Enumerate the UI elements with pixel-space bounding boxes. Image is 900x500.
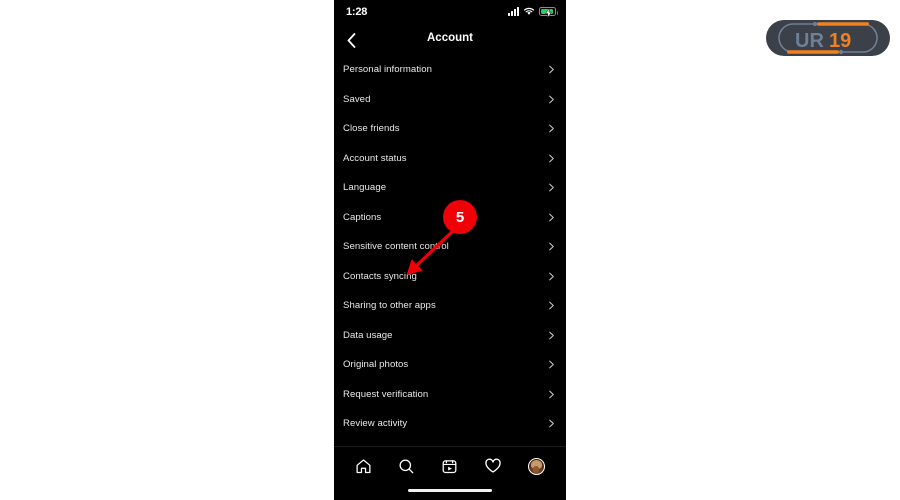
chevron-right-icon xyxy=(549,331,554,340)
search-icon xyxy=(399,458,414,473)
status-bar: 1:28 xyxy=(334,0,566,26)
cellular-signal-icon xyxy=(508,7,519,16)
heart-icon xyxy=(485,458,501,473)
menu-item-label: Captions xyxy=(343,211,382,223)
bottom-navigation-bar xyxy=(334,447,566,485)
menu-item-sensitive-content-control[interactable]: Sensitive content control xyxy=(334,232,566,262)
phone-screen: 1:28 Account Personal information Saved … xyxy=(334,0,566,500)
status-bar-icons xyxy=(508,7,558,18)
menu-item-data-usage[interactable]: Data usage xyxy=(334,321,566,351)
menu-item-review-activity[interactable]: Review activity xyxy=(334,409,566,439)
home-icon xyxy=(356,458,371,473)
svg-text:19: 19 xyxy=(829,30,851,52)
menu-item-original-photos[interactable]: Original photos xyxy=(334,350,566,380)
profile-avatar xyxy=(527,457,545,475)
chevron-right-icon xyxy=(549,65,554,74)
menu-item-label: Account status xyxy=(343,152,407,164)
menu-item-label: Review activity xyxy=(343,418,408,430)
menu-item-label: Sensitive content control xyxy=(343,241,449,253)
step-number-badge: 5 xyxy=(443,200,477,234)
status-bar-time: 1:28 xyxy=(346,6,368,18)
home-indicator xyxy=(408,489,492,492)
chevron-right-icon xyxy=(549,213,554,222)
nav-item-profile[interactable] xyxy=(523,453,549,479)
menu-item-close-friends[interactable]: Close friends xyxy=(334,114,566,144)
menu-item-label: Sharing to other apps xyxy=(343,300,436,312)
svg-text:UR: UR xyxy=(795,30,824,52)
chevron-right-icon xyxy=(549,124,554,133)
chevron-right-icon xyxy=(549,390,554,399)
menu-item-language[interactable]: Language xyxy=(334,173,566,203)
menu-item-account-status[interactable]: Account status xyxy=(334,144,566,174)
menu-item-label: Data usage xyxy=(343,329,393,341)
chevron-right-icon xyxy=(549,242,554,251)
menu-item-personal-information[interactable]: Personal information xyxy=(334,55,566,85)
menu-item-label: Request verification xyxy=(343,388,429,400)
reels-icon xyxy=(443,459,457,473)
header-bar: Account xyxy=(334,26,566,54)
nav-item-activity[interactable] xyxy=(480,453,506,479)
chevron-right-icon xyxy=(549,183,554,192)
menu-item-saved[interactable]: Saved xyxy=(334,85,566,115)
chevron-right-icon xyxy=(549,154,554,163)
menu-item-label: Personal information xyxy=(343,64,432,76)
menu-item-label: Original photos xyxy=(343,359,409,371)
nav-item-search[interactable] xyxy=(394,453,420,479)
menu-item-sharing-to-other-apps[interactable]: Sharing to other apps xyxy=(334,291,566,321)
chevron-right-icon xyxy=(549,272,554,281)
chevron-right-icon xyxy=(549,95,554,104)
page-title: Account xyxy=(427,32,473,44)
chevron-right-icon xyxy=(549,360,554,369)
menu-item-label: Saved xyxy=(343,93,371,105)
menu-item-label: Contacts syncing xyxy=(343,270,417,282)
menu-item-label: Close friends xyxy=(343,123,400,135)
chevron-right-icon xyxy=(549,301,554,310)
chevron-right-icon xyxy=(549,419,554,428)
nav-item-reels[interactable] xyxy=(437,453,463,479)
wifi-icon xyxy=(523,7,535,15)
nav-item-home[interactable] xyxy=(351,453,377,479)
battery-charging-icon xyxy=(539,7,558,18)
menu-item-label: Language xyxy=(343,182,387,194)
menu-item-contacts-syncing[interactable]: Contacts syncing xyxy=(334,262,566,292)
menu-item-request-verification[interactable]: Request verification xyxy=(334,380,566,410)
brand-logo: UR 19 xyxy=(766,20,890,56)
settings-menu-list: Personal information Saved Close friends… xyxy=(334,55,566,439)
